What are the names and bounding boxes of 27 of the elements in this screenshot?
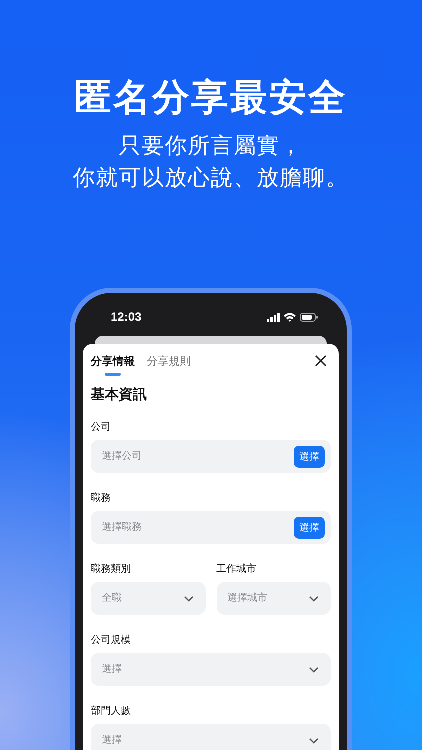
status-icons — [267, 312, 319, 322]
field-label: 公司 — [91, 421, 112, 434]
field-label: 工作城市 — [216, 562, 258, 576]
dropdown-field[interactable]: 選擇 — [91, 653, 331, 686]
section-title: 基本資訊 — [91, 386, 148, 404]
input-field[interactable]: 選擇公司 選擇 — [91, 440, 331, 473]
input-field[interactable]: 選擇職務 選擇 — [91, 511, 331, 544]
select-button[interactable]: 選擇 — [294, 516, 325, 538]
field-label: 部門人數 — [91, 704, 132, 718]
select-button[interactable]: 選擇 — [294, 446, 325, 468]
subtitle: 你就可以放心說、放膽聊。 — [73, 164, 349, 192]
headline: 匿名分享最安全 — [74, 76, 348, 120]
field-label: 職務 — [91, 492, 112, 505]
subtitle: 只要你所言屬實， — [119, 132, 303, 160]
chevron-down-icon — [309, 667, 319, 673]
field-label: 公司規模 — [91, 634, 132, 647]
close-icon[interactable] — [315, 355, 327, 367]
chevron-down-icon — [184, 596, 194, 602]
dropdown-field[interactable]: 選擇城市 — [216, 582, 331, 615]
chevron-down-icon — [309, 738, 319, 744]
chevron-down-icon — [309, 596, 319, 602]
tab[interactable]: 分享規則 — [147, 344, 191, 378]
field-label: 職務類別 — [91, 562, 132, 576]
dropdown-field[interactable]: 全職 — [91, 582, 206, 615]
dropdown-field[interactable]: 選擇 — [91, 724, 331, 750]
tab[interactable]: 分享情報 — [91, 344, 135, 378]
status-time: 12:03 — [111, 310, 142, 324]
